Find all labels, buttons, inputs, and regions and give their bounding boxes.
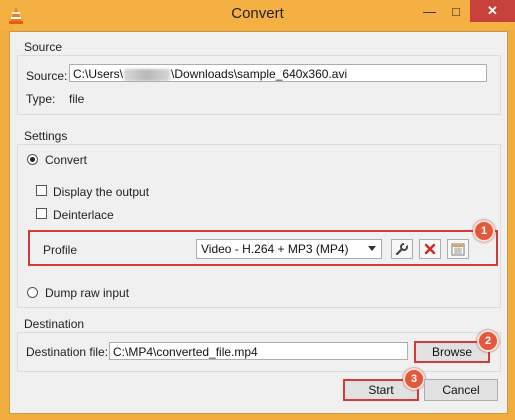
destination-group-label: Destination xyxy=(24,317,85,331)
source-group-label: Source xyxy=(24,40,63,54)
edit-profile-button[interactable] xyxy=(391,239,413,259)
profile-select[interactable]: Video - H.264 + MP3 (MP4) xyxy=(196,239,382,259)
dump-raw-radio[interactable] xyxy=(27,287,38,298)
step-marker-1: 1 xyxy=(473,220,495,242)
new-profile-button[interactable] xyxy=(447,239,469,259)
source-path-suffix: \Downloads\sample_640x360.avi xyxy=(171,67,348,81)
radio-selected-dot xyxy=(30,157,35,162)
display-output-checkbox[interactable] xyxy=(36,185,47,196)
dropdown-arrow-icon xyxy=(368,246,376,251)
source-label: Source: xyxy=(26,69,68,83)
type-value: file xyxy=(69,92,85,106)
dialog-client-area: Source Source: C:\Users\ \Downloads\sampl… xyxy=(9,31,508,414)
convert-radio-label[interactable]: Convert xyxy=(45,153,87,167)
deinterlace-label[interactable]: Deinterlace xyxy=(53,208,114,222)
profile-label: Profile xyxy=(43,243,78,257)
step-marker-2: 2 xyxy=(477,330,499,352)
convert-window: Convert — □ ✕ Source Source: C:\Users\ \D… xyxy=(0,0,515,420)
delete-x-icon xyxy=(424,243,436,255)
wrench-icon xyxy=(395,243,408,256)
settings-group-label: Settings xyxy=(24,129,68,143)
title-bar[interactable]: Convert — □ ✕ xyxy=(0,0,515,30)
settings-group xyxy=(17,144,501,308)
minimize-button[interactable]: — xyxy=(416,0,443,22)
display-output-label[interactable]: Display the output xyxy=(53,185,149,199)
step-marker-3: 3 xyxy=(403,368,425,390)
close-button[interactable]: ✕ xyxy=(470,0,515,22)
source-path-field[interactable]: C:\Users\ \Downloads\sample_640x360.avi xyxy=(69,64,487,82)
profile-select-value: Video - H.264 + MP3 (MP4) xyxy=(201,242,349,256)
dump-raw-label[interactable]: Dump raw input xyxy=(45,286,129,300)
delete-profile-button[interactable] xyxy=(419,239,441,259)
source-path-prefix: C:\Users\ xyxy=(73,67,124,81)
type-label: Type: xyxy=(26,92,56,106)
cancel-button[interactable]: Cancel xyxy=(424,379,498,401)
destination-file-label: Destination file: xyxy=(26,345,109,359)
deinterlace-checkbox[interactable] xyxy=(36,208,47,219)
profile-list-icon xyxy=(451,243,465,255)
convert-radio[interactable] xyxy=(27,154,38,165)
redacted-username xyxy=(124,68,171,81)
maximize-button[interactable]: □ xyxy=(443,0,469,22)
destination-file-field[interactable]: C:\MP4\converted_file.mp4 xyxy=(109,342,408,360)
